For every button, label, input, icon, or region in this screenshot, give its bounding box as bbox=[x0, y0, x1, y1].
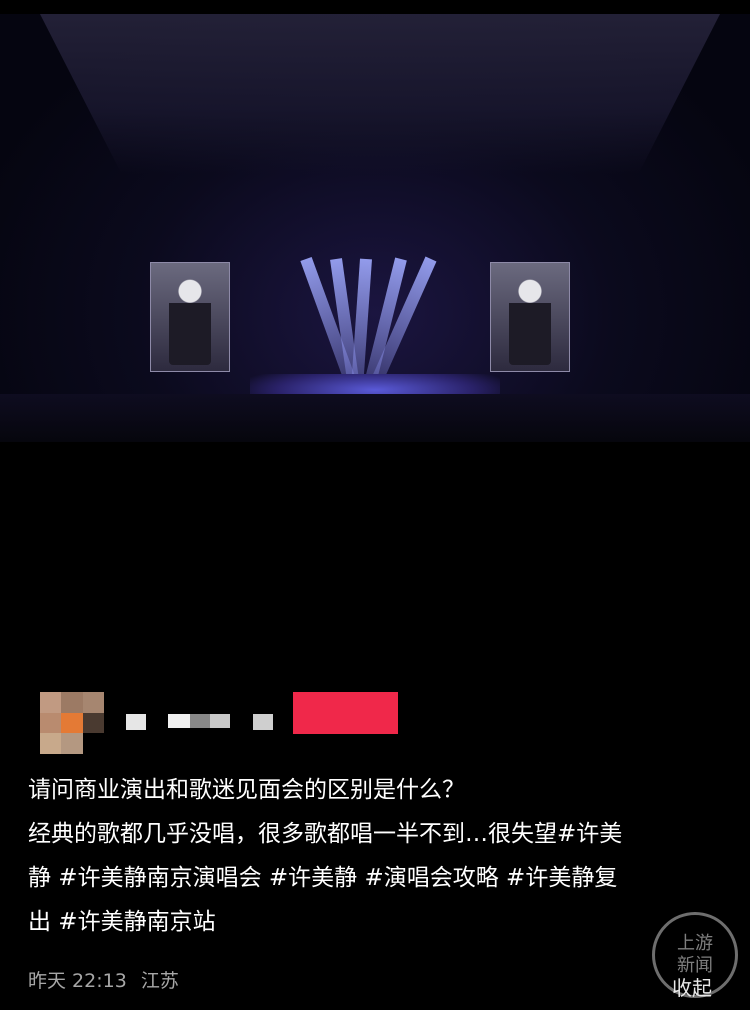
singer-figure bbox=[509, 275, 551, 365]
watermark-text: 上游 bbox=[677, 933, 713, 954]
username-blur bbox=[253, 714, 273, 730]
username-blur bbox=[210, 714, 230, 728]
arena-ceiling bbox=[40, 14, 720, 174]
username-blur bbox=[168, 714, 190, 728]
post-location: 江苏 bbox=[140, 970, 179, 992]
avatar[interactable] bbox=[40, 692, 104, 754]
post-photo[interactable] bbox=[0, 14, 750, 442]
post-line: 出 #许美静南京站 bbox=[28, 909, 216, 935]
post-line: 请问商业演出和歌迷见面会的区别是什么？ bbox=[28, 777, 465, 803]
post-line: 经典的歌都几乎没唱，很多歌都唱一半不到…很失望#许美 bbox=[28, 821, 623, 847]
author-row[interactable] bbox=[40, 692, 420, 754]
stage-screen-right bbox=[490, 262, 570, 372]
username-blur bbox=[126, 714, 146, 730]
stage-screen-left bbox=[150, 262, 230, 372]
redacted-badge bbox=[293, 692, 398, 734]
post-line: 静 #许美静南京演唱会 #许美静 #演唱会攻略 #许美静复 bbox=[28, 865, 618, 891]
audience bbox=[0, 394, 750, 442]
post-meta: 昨天 22:13 江苏 bbox=[28, 966, 187, 993]
post-time: 昨天 22:13 bbox=[28, 970, 127, 992]
collapse-button[interactable]: 收起 bbox=[672, 972, 712, 1001]
post-text: 请问商业演出和歌迷见面会的区别是什么？ 经典的歌都几乎没唱，很多歌都唱一半不到…… bbox=[28, 768, 718, 944]
username-blur bbox=[190, 714, 210, 728]
singer-figure bbox=[169, 275, 211, 365]
